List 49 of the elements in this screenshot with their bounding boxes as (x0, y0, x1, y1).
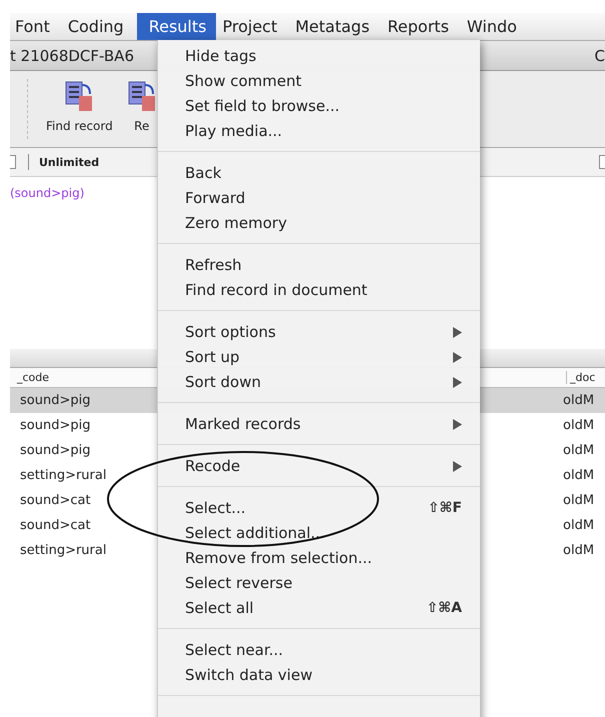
menu-item[interactable]: Forward (158, 186, 480, 211)
menu-title[interactable]: Windo (462, 13, 529, 40)
table-cell-text: setting>rural (19, 468, 106, 483)
menu-item[interactable]: Select near... (158, 638, 480, 663)
menu-title[interactable]: Font (10, 13, 62, 40)
menu-item[interactable]: Play media... (158, 119, 480, 144)
table-cell-text: sound>pig (19, 443, 90, 458)
table-cell-text: oldM (562, 518, 596, 533)
menu-item[interactable]: Select additional... (158, 521, 480, 546)
limit-label: Unlimited (39, 156, 100, 168)
menu-item[interactable]: Refresh (158, 253, 480, 278)
query-text: (sound>pig) (10, 186, 84, 200)
menu-title[interactable]: Coding (62, 13, 136, 40)
submenu-arrow-icon (453, 461, 462, 472)
menu-item[interactable]: Sort up (158, 345, 480, 370)
checkbox[interactable] (10, 155, 16, 169)
table-cell-text: oldM (562, 393, 596, 408)
submenu-arrow-icon (453, 419, 462, 430)
submenu-arrow-icon (453, 377, 462, 388)
menu-item[interactable]: Select all ⇧⌘A (158, 596, 480, 621)
menu-item[interactable]: Show comment (158, 69, 480, 94)
table-cell-text: sound>pig (19, 393, 90, 408)
menu-item[interactable]: Sort down (158, 370, 480, 395)
menu-item[interactable]: Marked records (158, 412, 480, 437)
checkbox[interactable] (599, 155, 605, 169)
column-header[interactable]: _doc (566, 371, 596, 384)
table-cell-text: oldM (562, 468, 596, 483)
menu-title[interactable]: Project (217, 13, 290, 40)
menu-item[interactable]: Find record in document (158, 278, 480, 303)
menu-title[interactable]: Metatags (290, 13, 382, 40)
menu-item[interactable]: Set field to browse... (158, 94, 480, 119)
menu-item[interactable]: Sort options (158, 320, 480, 345)
menu-item[interactable]: Zero memory (158, 211, 480, 236)
menu-title[interactable]: Reports (382, 13, 461, 40)
menu-item[interactable]: Switch data view (158, 663, 480, 688)
submenu-arrow-icon (453, 327, 462, 338)
menu-item[interactable]: Select reverse (158, 571, 480, 596)
toolbar-button[interactable]: Find record (42, 71, 117, 133)
table-cell-text: sound>cat (19, 518, 91, 533)
submenu-arrow-icon (453, 352, 462, 363)
menu-title[interactable]: Results (136, 13, 216, 40)
table-cell-text: oldM (562, 443, 596, 458)
menu-item[interactable]: Back (158, 161, 480, 186)
window-title: C (594, 46, 605, 64)
menu-item[interactable]: Hide tags (158, 44, 480, 69)
menu-item[interactable]: Remove from selection... (158, 546, 480, 571)
menu-item[interactable]: Select... ⇧⌘F (158, 496, 480, 521)
menu-item[interactable]: Recode (158, 454, 480, 479)
window-title: t 21068DCF-BA6 (10, 46, 134, 64)
